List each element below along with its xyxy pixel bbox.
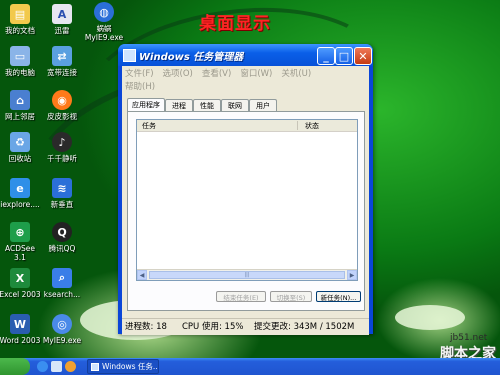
minimize-icon: _ — [323, 49, 329, 63]
status-commit: 提交更改: 343M / 1502M — [254, 322, 355, 332]
list-header: 任务 状态 — [137, 120, 357, 132]
tab-users[interactable]: 用户 — [249, 99, 277, 111]
tab-networking[interactable]: 联网 — [221, 99, 249, 111]
menu-window[interactable]: 窗口(W) — [240, 69, 272, 79]
menu-file[interactable]: 文件(F) — [125, 69, 154, 79]
desktop-icon-pipi-video[interactable]: ◉ 皮皮影视 — [38, 90, 86, 121]
search-icon: ⌕ — [52, 268, 72, 288]
wallpaper-leaf — [395, 305, 465, 330]
folder-icon: ▤ — [10, 4, 30, 24]
new-task-button[interactable]: 新任务(N)... — [316, 291, 361, 302]
minimize-button[interactable]: _ — [317, 47, 335, 65]
desktop: 桌面显示 ▤ 我的文档 ▭ 我的电脑 ⌂ 网上邻居 ♻ 回收站 e iexplo… — [0, 0, 500, 375]
menu-shutdown[interactable]: 关机(U) — [281, 69, 311, 79]
taskbar: Windows 任务... — [0, 358, 500, 375]
task-manager-window[interactable]: Windows 任务管理器 _ □ ✕ 文件(F) 选项(O) 查看(V) 窗口(W)… — [118, 44, 373, 335]
start-button[interactable] — [0, 358, 30, 375]
window-icon — [123, 49, 136, 62]
acdsee-icon: ⊕ — [10, 222, 30, 242]
qq-icon: Q — [52, 222, 72, 242]
media-quicklaunch-icon[interactable] — [65, 361, 76, 372]
ie-quicklaunch-icon[interactable] — [37, 361, 48, 372]
watermark-url: jb51.net — [450, 333, 488, 343]
desktop-icon-thunder[interactable]: A 迅雷 — [38, 4, 86, 35]
desktop-icon-app[interactable]: ≋ 新垂直 — [38, 178, 86, 209]
ie-icon: e — [10, 178, 30, 198]
music-icon: ♪ — [52, 132, 72, 152]
chevron-left-icon: ◀ — [139, 271, 145, 279]
horizontal-scrollbar[interactable]: ◀ ||| ▶ — [137, 269, 357, 280]
desktop-icon-myie9[interactable]: ◎ MyIE9.exe — [38, 314, 86, 345]
switch-to-button[interactable]: 切换至(S) — [270, 291, 312, 302]
network-places-icon: ⌂ — [10, 90, 30, 110]
maximize-icon: □ — [338, 49, 350, 63]
myie-icon: ◎ — [52, 314, 72, 334]
taskbar-task-manager[interactable]: Windows 任务... — [87, 359, 159, 374]
menu-view[interactable]: 查看(V) — [202, 69, 231, 79]
computer-icon: ▭ — [10, 46, 30, 66]
window-client: 文件(F) 选项(O) 查看(V) 窗口(W) 关机(U) 帮助(H) 应用程序 进程 … — [122, 66, 369, 335]
recycle-bin-icon: ♻ — [10, 132, 30, 152]
task-list[interactable]: 任务 状态 ◀ ||| ▶ — [136, 119, 358, 281]
chevron-right-icon: ▶ — [349, 271, 355, 279]
word-icon: W — [10, 314, 30, 334]
end-task-button[interactable]: 结束任务(E) — [216, 291, 266, 302]
desktop-icon-qq[interactable]: Q 腾讯QQ — [38, 222, 86, 253]
network-icon: ⇄ — [52, 46, 72, 66]
taskbar-task-label: Windows 任务... — [102, 362, 159, 371]
scroll-thumb[interactable]: ||| — [149, 271, 345, 279]
grip-icon: ||| — [244, 272, 250, 278]
desktop-icon-wowo[interactable]: ◍ 蜗蜗 MyIE9.exe — [80, 2, 128, 42]
column-header-task[interactable]: 任务 — [142, 121, 156, 131]
maximize-button[interactable]: □ — [335, 47, 353, 65]
excel-icon: X — [10, 268, 30, 288]
menu-bar: 文件(F) 选项(O) 查看(V) 窗口(W) 关机(U) 帮助(H) — [125, 68, 365, 94]
status-bar: 进程数: 18 CPU 使用: 15% 提交更改: 343M / 1502M — [122, 318, 369, 335]
title-bar[interactable]: Windows 任务管理器 _ □ ✕ — [118, 44, 373, 66]
status-processes: 进程数: 18 — [125, 322, 167, 332]
desktop-icon-ksearch[interactable]: ⌕ ksearch... — [38, 268, 86, 299]
video-icon: ◉ — [52, 90, 72, 110]
desktop-icon-broadband[interactable]: ⇄ 宽带连接 — [38, 46, 86, 77]
close-button[interactable]: ✕ — [354, 47, 372, 65]
task-manager-icon — [91, 363, 99, 371]
app-icon: ◍ — [94, 2, 114, 22]
desktop-title: 桌面显示 — [199, 14, 271, 34]
applications-panel: 任务 状态 ◀ ||| ▶ 结束任务(E) 切换至(S) 新任务(N)... — [127, 111, 365, 311]
menu-options[interactable]: 选项(O) — [163, 69, 193, 79]
menu-help[interactable]: 帮助(H) — [125, 82, 155, 92]
tab-applications[interactable]: 应用程序 — [127, 98, 165, 111]
tab-performance[interactable]: 性能 — [193, 99, 221, 111]
scroll-left-button[interactable]: ◀ — [137, 270, 147, 280]
desktop-quicklaunch-icon[interactable] — [51, 361, 62, 372]
close-icon: ✕ — [358, 49, 368, 63]
status-cpu: CPU 使用: 15% — [182, 322, 244, 332]
thunder-icon: A — [52, 4, 72, 24]
app-icon: ≋ — [52, 178, 72, 198]
tab-processes[interactable]: 进程 — [165, 99, 193, 111]
desktop-icon-ttplayer[interactable]: ♪ 千千静听 — [38, 132, 86, 163]
window-title: Windows 任务管理器 — [139, 52, 244, 63]
column-divider — [297, 121, 298, 130]
scroll-right-button[interactable]: ▶ — [347, 270, 357, 280]
column-header-status[interactable]: 状态 — [305, 121, 319, 131]
